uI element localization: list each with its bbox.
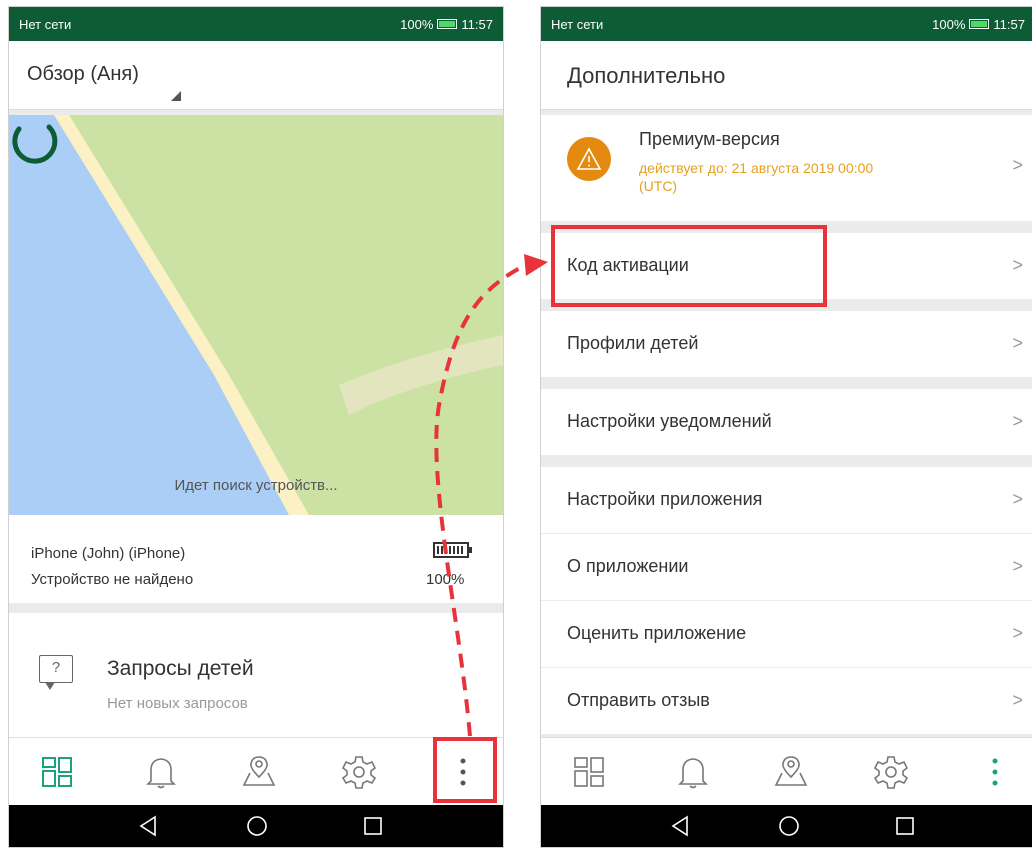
back-icon[interactable] (137, 814, 161, 838)
nav-map-pin-icon[interactable] (771, 752, 811, 792)
requests-subtitle: Нет новых запросов (107, 695, 248, 712)
child-requests-card[interactable]: ? Запросы детей Нет новых запросов (9, 613, 503, 737)
network-status: Нет сети (551, 16, 604, 32)
menu-item-notification-settings[interactable]: Настройки уведомлений > (541, 389, 1032, 455)
network-status: Нет сети (19, 16, 72, 32)
warning-icon (567, 137, 611, 181)
device-battery-percent: 100% (426, 571, 465, 588)
back-icon[interactable] (669, 814, 693, 838)
bottom-navigation (541, 737, 1032, 806)
menu-item-app-settings[interactable]: Настройки приложения > (541, 467, 1032, 533)
menu-item-label: Профили детей (567, 333, 699, 353)
status-bar: Нет сети 100% 11:57 (9, 7, 503, 41)
menu-item-label: Оценить приложение (567, 623, 747, 643)
more-button-highlight (433, 737, 497, 803)
nav-map-pin-icon[interactable] (239, 752, 279, 792)
status-bar: Нет сети 100% 11:57 (541, 7, 1032, 41)
left-phone-screen: Нет сети 100% 11:57 Обзор (Аня) Идет пои… (8, 6, 504, 848)
recents-icon[interactable] (361, 814, 385, 838)
chevron-right-icon: > (1012, 489, 1023, 509)
requests-title: Запросы детей (107, 657, 254, 680)
nav-overview-icon[interactable] (569, 752, 609, 792)
chevron-right-icon: > (1012, 411, 1023, 431)
menu-item-premium[interactable]: Премиум-версия действует до: 21 августа … (541, 115, 1032, 221)
bottom-navigation (9, 737, 503, 806)
nav-settings-icon[interactable] (871, 752, 911, 792)
search-status-text: Идет поиск устройств... (174, 477, 338, 494)
home-icon[interactable] (777, 814, 801, 838)
chevron-right-icon: > (1012, 333, 1023, 353)
home-icon[interactable] (245, 814, 269, 838)
menu-item-label: О приложении (567, 556, 689, 576)
premium-title: Премиум-версия (639, 129, 780, 149)
device-name: iPhone (John) (iPhone) (31, 545, 186, 562)
map-view[interactable]: Идет поиск устройств... (9, 115, 503, 515)
nav-overview-icon[interactable] (37, 752, 77, 792)
battery-percent: 100% (932, 16, 966, 32)
system-navigation-bar (9, 805, 503, 847)
device-card[interactable]: iPhone (John) (iPhone) Устройство не най… (9, 515, 503, 603)
menu-item-child-profiles[interactable]: Профили детей > (541, 311, 1032, 377)
loading-spinner-icon (12, 124, 58, 164)
chevron-right-icon: > (1012, 255, 1023, 275)
app-bar: Обзор (Аня) (9, 41, 503, 110)
menu-item-about[interactable]: О приложении > (541, 534, 1032, 600)
recents-icon[interactable] (893, 814, 917, 838)
clock: 11:57 (993, 16, 1025, 32)
nav-bell-icon[interactable] (141, 752, 181, 792)
menu-item-label: Отправить отзыв (567, 690, 710, 710)
activation-code-highlight (551, 225, 827, 307)
chevron-right-icon: > (1012, 556, 1023, 576)
menu-item-label: Настройки приложения (567, 489, 763, 509)
nav-bell-icon[interactable] (673, 752, 713, 792)
battery-percent: 100% (400, 16, 434, 32)
battery-icon (437, 19, 458, 29)
nav-more-icon[interactable] (975, 752, 1015, 792)
chevron-right-icon: > (1012, 623, 1023, 643)
dropdown-triangle-icon[interactable] (171, 91, 181, 101)
chevron-right-icon: > (1012, 155, 1023, 175)
page-title: Дополнительно (567, 63, 726, 88)
system-navigation-bar (541, 805, 1032, 847)
map-background (9, 115, 503, 515)
profile-selector[interactable]: Обзор (Аня) (27, 63, 139, 86)
question-bubble-icon: ? (39, 655, 73, 690)
chevron-right-icon: > (1012, 690, 1023, 710)
premium-expiry: действует до: 21 августа 2019 00:00 (UTC… (639, 160, 874, 194)
device-battery-icon (433, 542, 472, 558)
menu-item-send-feedback[interactable]: Отправить отзыв > (541, 668, 1032, 734)
nav-settings-icon[interactable] (339, 752, 379, 792)
battery-icon (969, 19, 990, 29)
menu-item-label: Настройки уведомлений (567, 411, 772, 431)
device-status: Устройство не найдено (31, 571, 194, 588)
right-phone-screen: Нет сети 100% 11:57 Дополнительно Премиу… (540, 6, 1032, 848)
clock: 11:57 (461, 16, 493, 32)
app-bar: Дополнительно (541, 41, 1032, 110)
menu-item-rate-app[interactable]: Оценить приложение > (541, 601, 1032, 667)
